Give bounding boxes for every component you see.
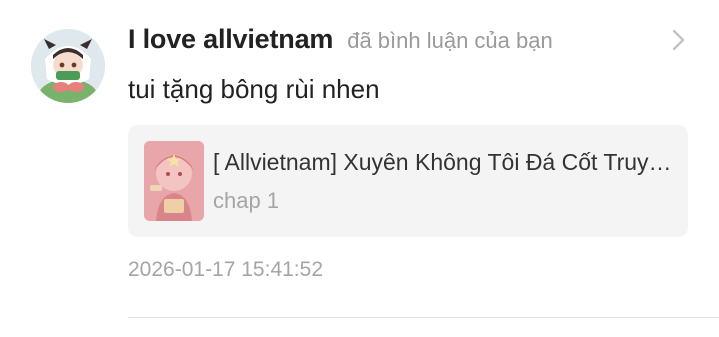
story-title: [ Allvietnam] Xuyên Không Tôi Đá Cốt Tru… — [213, 149, 673, 175]
divider — [128, 317, 719, 318]
story-cover — [144, 141, 204, 221]
chapter-label: chap 1 — [213, 188, 280, 213]
user-avatar[interactable] — [31, 29, 105, 103]
action-text: đã bình luận của bạn — [347, 28, 553, 53]
story-card[interactable]: [ Allvietnam] Xuyên Không Tôi Đá Cốt Tru… — [128, 125, 688, 237]
timestamp: 2026-01-17 15:41:52 — [128, 258, 323, 281]
comment-text: tui tặng bông rùi nhen — [128, 74, 380, 104]
chevron-right-icon[interactable] — [669, 28, 689, 52]
comment-notification[interactable]: I love allvietnam đã bình luận của bạn t… — [0, 0, 719, 337]
user-name[interactable]: I love allvietnam — [128, 24, 333, 55]
notification-header: I love allvietnam đã bình luận của bạn — [128, 24, 553, 58]
